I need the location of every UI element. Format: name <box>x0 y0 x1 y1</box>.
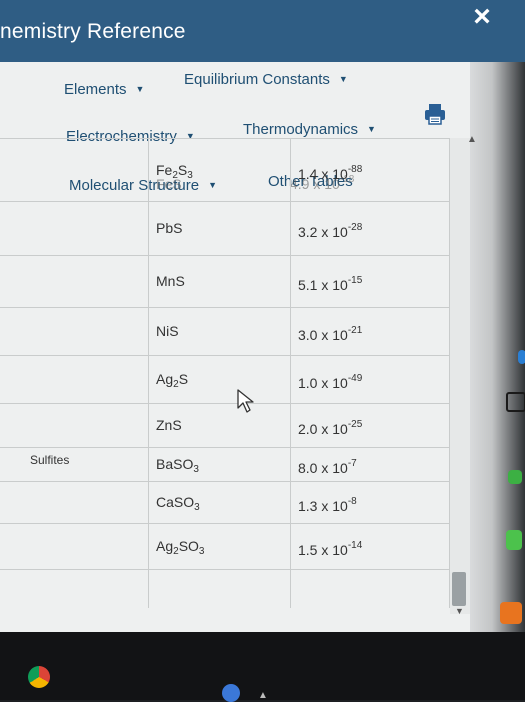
ksp-exponent: -25 <box>347 419 363 430</box>
table-row: NiS 3.0 x 10-21 <box>0 307 450 356</box>
menu-elements-label: Elements <box>64 81 127 98</box>
table-cell-formula: CaSO3 <box>156 494 200 513</box>
background-window-edge <box>470 62 525 680</box>
formula-part: 3 <box>198 546 205 557</box>
ksp-exponent: -21 <box>347 325 363 336</box>
table-cell-ksp: 2.0 x 10-25 <box>298 419 362 437</box>
table-cell-formula: PbS <box>156 220 182 236</box>
table-cell-ksp: 8.0 x 10-7 <box>298 458 357 476</box>
ksp-exponent: -14 <box>347 540 363 551</box>
scroll-up-arrow-icon[interactable]: ▲ <box>467 134 477 145</box>
help-icon[interactable] <box>222 684 240 702</box>
ksp-base: 8.0 x 10 <box>298 460 348 476</box>
formula-part: 3 <box>193 464 199 475</box>
table-cell-group: Sulfites <box>30 453 70 467</box>
table-column-divider <box>290 138 291 608</box>
formula-part: 3 <box>187 170 193 181</box>
close-icon[interactable]: × <box>467 2 497 32</box>
formula-part: NiS <box>156 323 179 339</box>
table-cell-ksp: 1.0 x 10-49 <box>298 373 362 391</box>
printer-icon[interactable] <box>423 102 447 126</box>
ksp-exponent: -28 <box>347 222 363 233</box>
table-row: PbS 3.2 x 10-28 <box>0 201 450 256</box>
chevron-up-icon[interactable]: ▲ <box>258 690 268 701</box>
table-row: Fe2S3 1.4 x 10-88 <box>0 139 450 202</box>
table-row: ZnS 2.0 x 10-25 <box>0 403 450 448</box>
title-bar: nemistry Reference × <box>0 0 525 62</box>
ksp-exponent: -7 <box>347 458 357 469</box>
taskbar: ▲ <box>0 632 525 702</box>
table-row: Ag2S 1.0 x 10-49 <box>0 355 450 404</box>
table-row: Sulfites BaSO3 8.0 x 10-7 <box>0 447 450 482</box>
ksp-base: 3.2 x 10 <box>298 224 348 240</box>
ksp-base: 5.1 x 10 <box>298 277 348 293</box>
formula-part: Fe <box>156 162 173 178</box>
scrollbar-track[interactable] <box>450 138 470 614</box>
table-cell-ksp: 1.5 x 10-14 <box>298 540 362 558</box>
ksp-base: 1.0 x 10 <box>298 375 348 391</box>
solubility-table: Fe2S3 1.4 x 10-88 PbS 3.2 x 10-28 MnS 5.1 x 1… <box>0 138 450 570</box>
table-row: Ag2SO3 1.5 x 10-14 <box>0 523 450 570</box>
ksp-exponent: -49 <box>347 373 363 384</box>
table-cell-formula: Ag2SO3 <box>156 538 204 557</box>
chrome-icon[interactable] <box>28 666 50 688</box>
menu-equilibrium-constants[interactable]: Equilibrium Constants ▼ <box>184 71 348 88</box>
formula-part: SO <box>178 538 199 554</box>
menu-thermodynamics[interactable]: Thermodynamics ▼ <box>243 121 376 138</box>
app-icon-blue <box>518 350 525 364</box>
app-icon-green <box>508 470 522 484</box>
formula-part: 3 <box>194 502 200 513</box>
table-cell-formula: BaSO3 <box>156 456 199 475</box>
formula-part: CaSO <box>156 494 195 510</box>
scroll-down-arrow-icon[interactable]: ▼ <box>455 606 464 616</box>
chevron-down-icon: ▼ <box>367 124 376 134</box>
ksp-exponent: -88 <box>347 164 363 175</box>
table-row: CaSO3 1.3 x 10-8 <box>0 481 450 524</box>
table-cell-formula: Fe2S3 <box>156 162 193 181</box>
formula-part: BaSO <box>156 456 194 472</box>
table-cell-formula: NiS <box>156 323 179 339</box>
table-cell-formula: MnS <box>156 273 185 289</box>
table-row: MnS 5.1 x 10-15 <box>0 255 450 308</box>
ksp-exponent: -15 <box>347 275 363 286</box>
ksp-base: 3.0 x 10 <box>298 327 348 343</box>
table-cell-ksp: 5.1 x 10-15 <box>298 275 362 293</box>
table-cell-ksp: 3.2 x 10-28 <box>298 222 362 240</box>
formula-part: S <box>177 162 188 178</box>
table-column-divider <box>148 138 149 608</box>
formula-part: PbS <box>156 220 183 236</box>
app-icon-orange <box>500 602 522 624</box>
table-cell-ksp: 3.0 x 10-21 <box>298 325 362 343</box>
formula-part: ZnS <box>156 417 182 433</box>
chevron-down-icon <box>506 392 525 412</box>
menu-elements[interactable]: Elements ▼ <box>64 81 144 98</box>
menu-thermodynamics-label: Thermodynamics <box>243 121 359 138</box>
ksp-base: 1.3 x 10 <box>298 498 348 514</box>
ksp-base: 1.5 x 10 <box>298 542 348 558</box>
chevron-down-icon: ▼ <box>135 84 145 94</box>
menu-equilibrium-label: Equilibrium Constants <box>184 71 330 88</box>
app-icon-green-2 <box>506 530 522 550</box>
cursor-arrow-icon <box>237 389 254 413</box>
table-cell-formula: Ag2S <box>156 371 188 390</box>
table-cell-ksp: 1.3 x 10-8 <box>298 496 357 514</box>
scrollbar-thumb[interactable] <box>452 572 466 606</box>
window-title: nemistry Reference <box>0 20 186 43</box>
chevron-down-icon: ▼ <box>338 74 348 84</box>
formula-part: MnS <box>156 273 185 289</box>
table-cell-formula: ZnS <box>156 417 182 433</box>
formula-part: Ag <box>156 371 174 387</box>
formula-part: S <box>178 371 189 387</box>
ksp-base: 1.4 x 10 <box>298 166 348 182</box>
formula-part: Ag <box>156 538 174 554</box>
table-cell-ksp: 1.4 x 10-88 <box>298 164 362 182</box>
ksp-exponent: -8 <box>347 496 357 507</box>
ksp-base: 2.0 x 10 <box>298 421 348 437</box>
